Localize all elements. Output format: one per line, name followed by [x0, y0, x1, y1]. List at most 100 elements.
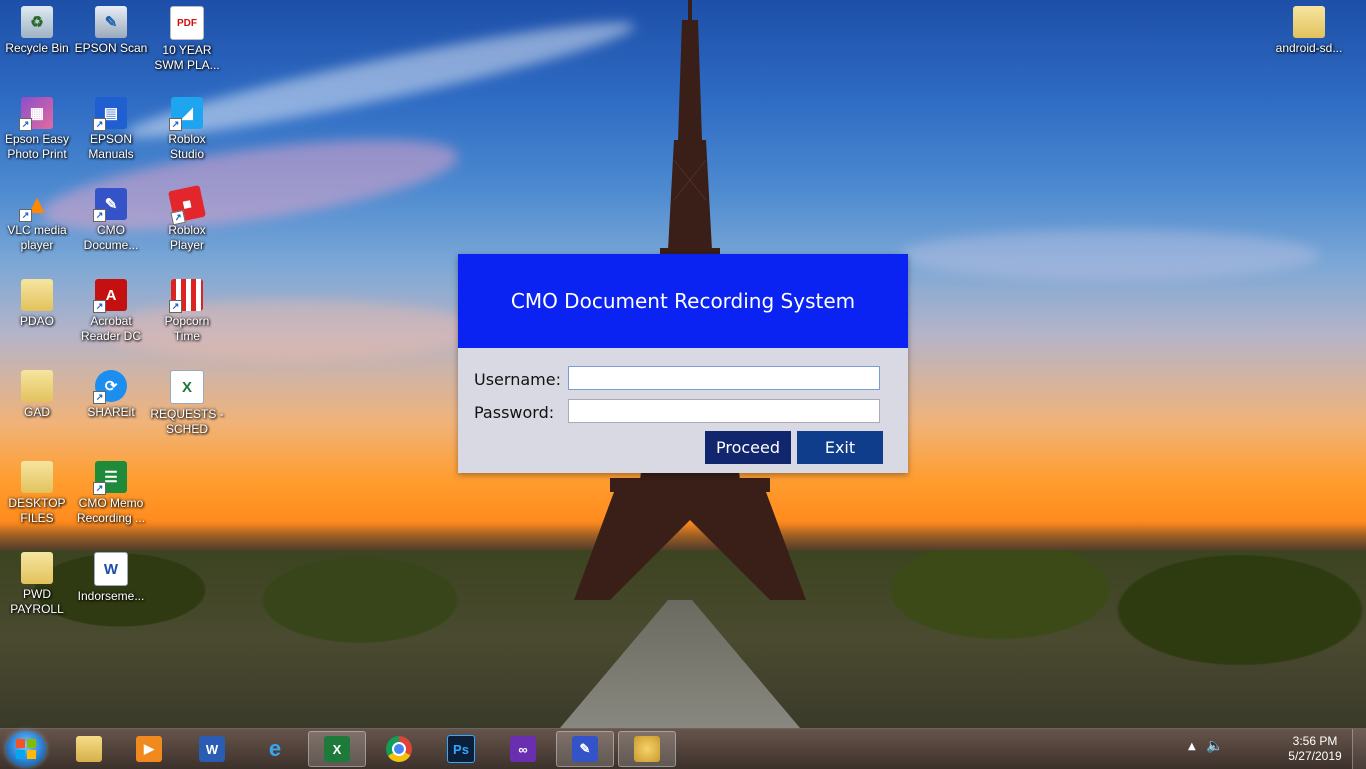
desktop-icon-label: SHAREit — [87, 405, 135, 419]
desktop-icon-roblox-player[interactable]: ■ ↗ Roblox Player — [150, 184, 224, 253]
desktop-icon-vlc[interactable]: ▲ ↗ VLC media player — [0, 184, 74, 253]
exit-button[interactable]: Exit — [797, 431, 883, 464]
desktop-icon-label: Epson Easy Photo Print — [4, 132, 70, 161]
desktop-icon-gad[interactable]: GAD — [0, 366, 74, 420]
taskbar-paint[interactable] — [618, 731, 676, 767]
show-hidden-icons-icon[interactable]: ▲ — [1188, 741, 1196, 752]
volume-icon[interactable]: 🔈 — [1206, 738, 1223, 754]
desktop-icon-label: REQUESTS - SCHED — [150, 407, 224, 436]
desktop-icon-popcorn-time[interactable]: ↗ Popcorn Time — [150, 275, 224, 344]
show-desktop-button[interactable] — [1352, 729, 1366, 769]
username-input[interactable] — [568, 366, 880, 390]
taskbar-visual-studio[interactable]: ∞ — [494, 731, 552, 767]
dialog-title: CMO Document Recording System — [510, 289, 856, 313]
windows-logo-icon — [16, 739, 36, 759]
desktop-icon-label: CMO Memo Recording ... — [76, 496, 146, 525]
roblox-studio-icon: ◢ ↗ — [169, 97, 203, 131]
taskbar-cmo-app[interactable]: ✎ — [556, 731, 614, 767]
vlc-icon: ▲ ↗ — [19, 188, 53, 222]
desktop-icon-requests-sched[interactable]: X REQUESTS - SCHED — [150, 366, 224, 437]
desktop-icon-indorsement[interactable]: W Indorseme... — [74, 548, 148, 604]
file-explorer-icon — [76, 736, 102, 762]
password-input[interactable] — [568, 399, 880, 423]
desktop-icon-label: DESKTOP FILES — [8, 496, 66, 525]
roblox-player-icon: ■ ↗ — [168, 185, 206, 226]
desktop-icon-label: Roblox Studio — [168, 132, 206, 161]
taskbar-photoshop[interactable]: Ps — [432, 731, 490, 767]
desktop-icon-android-sdk[interactable]: android-sd... — [1272, 2, 1346, 56]
desktop-icon-cmo-document[interactable]: ✎ ↗ CMO Docume... — [74, 184, 148, 253]
desktop-icon-label: PWD PAYROLL — [10, 587, 64, 616]
taskbar: ▶ W e X Ps ∞ ✎ ▲ 🔈 3:56 PM 5/27/2019 — [0, 728, 1366, 769]
taskbar-internet-explorer[interactable]: e — [246, 731, 304, 767]
start-button[interactable] — [6, 731, 46, 767]
desktop-icon-pdao[interactable]: PDAO — [0, 275, 74, 329]
visual-studio-icon: ∞ — [510, 736, 536, 762]
clock-date: 5/27/2019 — [1288, 749, 1342, 763]
proceed-button[interactable]: Proceed — [705, 431, 791, 464]
popcorn-icon: ↗ — [169, 279, 203, 313]
recycle-bin-icon: ♻ — [21, 6, 53, 38]
desktop-icon-label: Acrobat Reader DC — [80, 314, 142, 343]
photoshop-icon: Ps — [447, 735, 475, 763]
desktop-icon-label: CMO Docume... — [83, 223, 139, 252]
shareit-icon: ⟳ ↗ — [93, 370, 127, 404]
desktop-icon-acrobat[interactable]: A ↗ Acrobat Reader DC — [74, 275, 148, 344]
desktop-icon-epson-manuals[interactable]: ▤ ↗ EPSON Manuals — [74, 93, 148, 162]
folder-icon — [21, 279, 53, 311]
desktop-icon-label: EPSON Scan — [74, 41, 148, 55]
desktop-icon-label: Roblox Player — [168, 223, 206, 252]
clock[interactable]: 3:56 PM 5/27/2019 — [1270, 734, 1360, 764]
acrobat-icon: A ↗ — [93, 279, 127, 313]
desktop-icon-shareit[interactable]: ⟳ ↗ SHAREit — [74, 366, 148, 420]
word-file-icon: W — [94, 552, 128, 586]
internet-explorer-icon: e — [268, 736, 282, 761]
desktop-icon-recycle-bin[interactable]: ♻ Recycle Bin — [0, 2, 74, 56]
desktop-icon-roblox-studio[interactable]: ◢ ↗ Roblox Studio — [150, 93, 224, 162]
media-player-icon: ▶ — [136, 736, 162, 762]
desktop-icon-10-year-swm-plan[interactable]: PDF 10 YEAR SWM PLA... — [150, 2, 224, 73]
desktop-icon-label: Indorseme... — [77, 589, 145, 603]
chrome-icon — [386, 736, 412, 762]
epson-scan-icon: ✎ — [95, 6, 127, 38]
desktop-icon-epson-easy-photo-print[interactable]: ▦ ↗ Epson Easy Photo Print — [0, 93, 74, 162]
taskbar-excel[interactable]: X — [308, 731, 366, 767]
desktop-icon-label: Popcorn Time — [164, 314, 210, 343]
desktop-icon-epson-scan[interactable]: ✎ EPSON Scan — [74, 2, 148, 56]
cmo-app-icon: ✎ ↗ — [93, 188, 127, 222]
password-label: Password: — [474, 403, 555, 422]
desktop-icon-label: PDAO — [19, 314, 54, 328]
pdf-file-icon: PDF — [170, 6, 204, 40]
cloud — [900, 230, 1320, 280]
folder-icon — [21, 552, 53, 584]
folder-icon — [1293, 6, 1325, 38]
taskbar-file-explorer[interactable] — [60, 731, 118, 767]
excel-file-icon: X — [170, 370, 204, 404]
desktop-icon-label: EPSON Manuals — [88, 132, 134, 161]
cmo-memo-icon: ☰ ↗ — [93, 461, 127, 495]
desktop-icon-label: VLC media player — [7, 223, 67, 252]
taskbar-chrome[interactable] — [370, 731, 428, 767]
desktop-icon-label: GAD — [23, 405, 50, 419]
taskbar-media-player[interactable]: ▶ — [120, 731, 178, 767]
taskbar-word[interactable]: W — [183, 731, 241, 767]
clock-time: 3:56 PM — [1292, 734, 1338, 748]
desktop-icon-label: 10 YEAR SWM PLA... — [154, 43, 220, 72]
desktop-wallpaper: ♻ Recycle Bin ▦ ↗ Epson Easy Photo Print … — [0, 0, 1366, 728]
epson-photo-icon: ▦ ↗ — [19, 97, 53, 131]
username-label: Username: — [474, 370, 561, 389]
paint-icon — [634, 736, 660, 762]
desktop-icon-label: android-sd... — [1275, 41, 1343, 55]
desktop-icon-cmo-memo[interactable]: ☰ ↗ CMO Memo Recording ... — [74, 457, 148, 526]
folder-icon — [21, 461, 53, 493]
cmo-app-icon: ✎ — [572, 736, 598, 762]
epson-manuals-icon: ▤ ↗ — [93, 97, 127, 131]
word-icon: W — [199, 736, 225, 762]
dialog-header: CMO Document Recording System — [458, 254, 908, 348]
login-dialog: CMO Document Recording System Username: … — [458, 254, 908, 473]
desktop-icon-label: Recycle Bin — [5, 41, 69, 55]
desktop-icon-desktop-files[interactable]: DESKTOP FILES — [0, 457, 74, 526]
desktop-icon-pwd-payroll[interactable]: PWD PAYROLL — [0, 548, 74, 617]
excel-icon: X — [324, 736, 350, 762]
folder-icon — [21, 370, 53, 402]
